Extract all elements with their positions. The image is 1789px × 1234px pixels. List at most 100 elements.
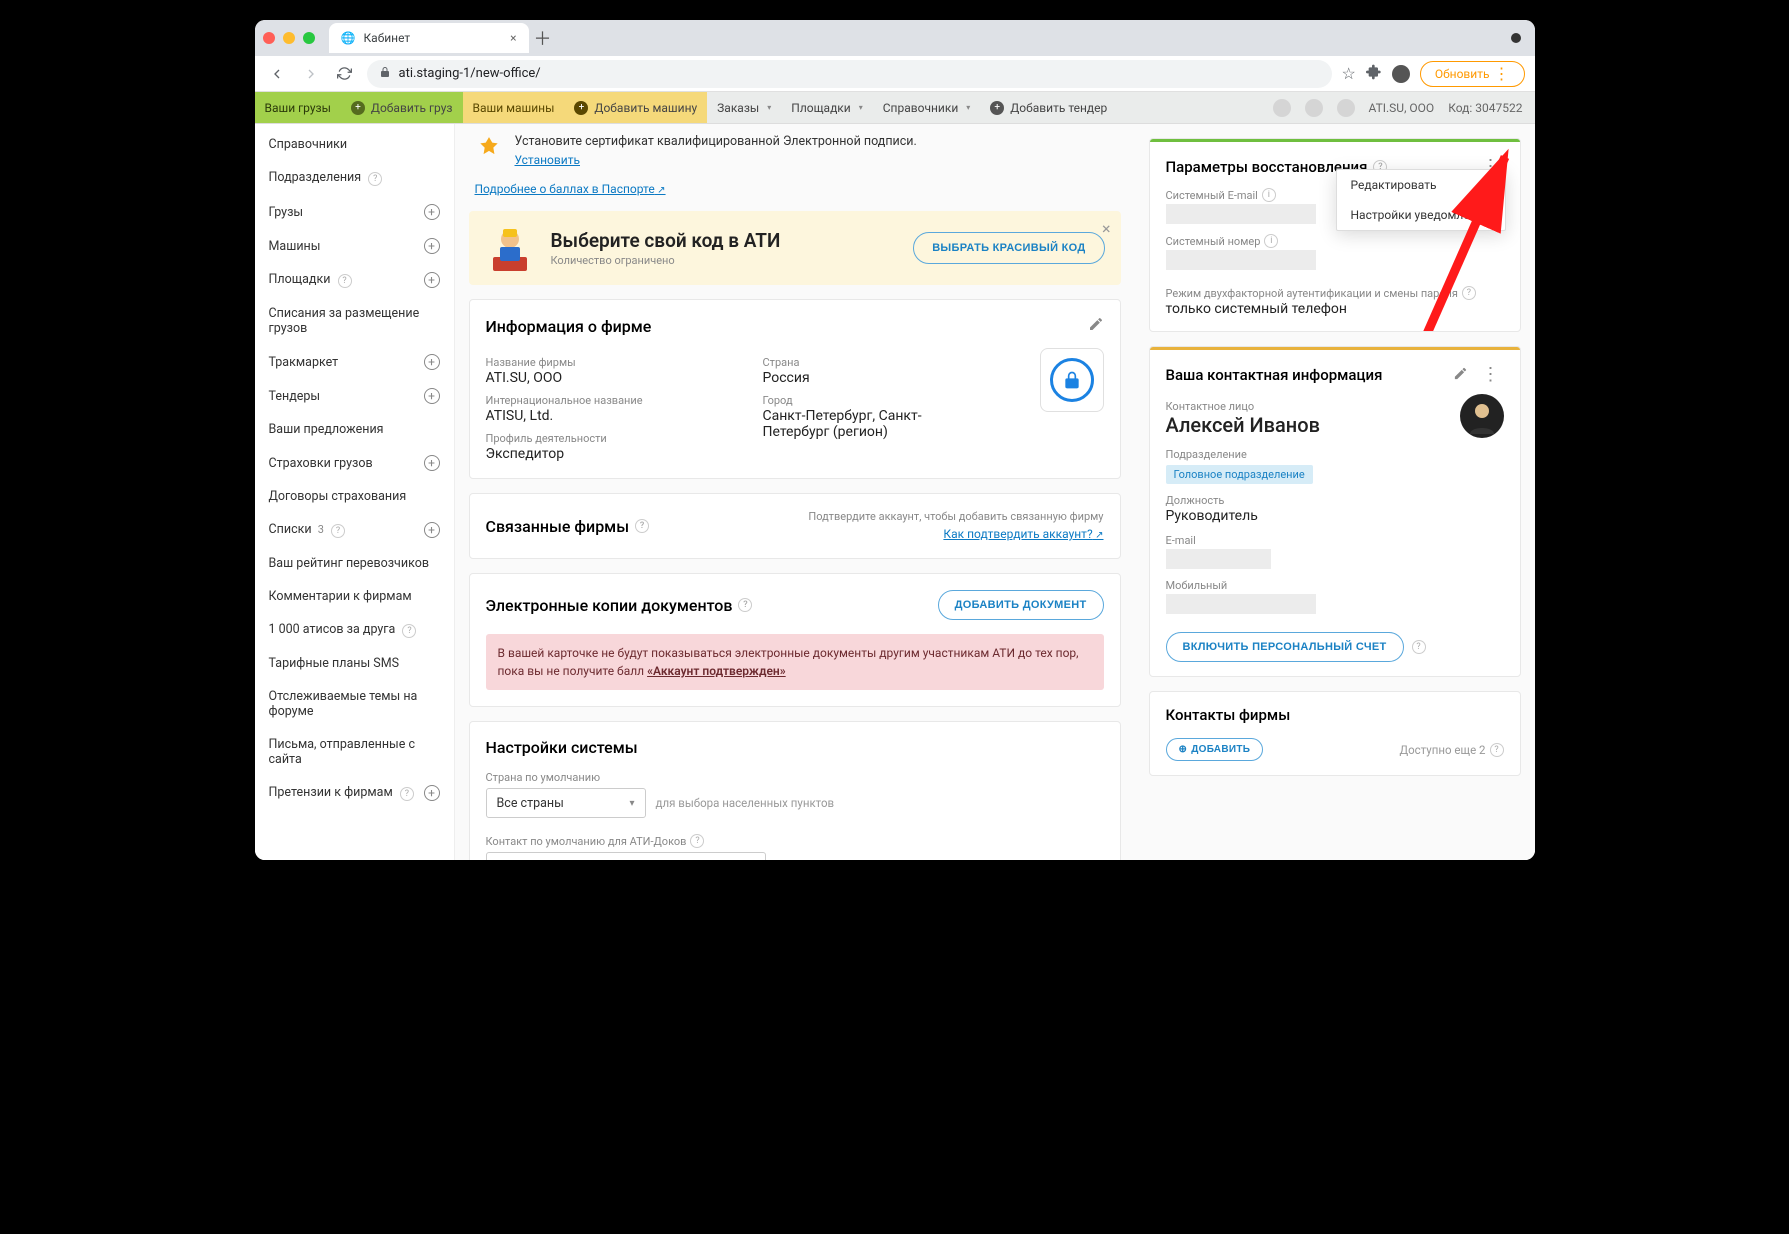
extensions-icon[interactable] — [1366, 64, 1382, 84]
firm-profile: Экспедитор — [486, 446, 733, 462]
sidebar-item[interactable]: Претензии к фирмам ?+ — [255, 776, 454, 810]
close-icon[interactable]: × — [1102, 219, 1111, 238]
info-icon[interactable]: i — [1262, 188, 1276, 202]
chrome-menu-icon[interactable]: ⋮ — [1494, 64, 1510, 83]
plus-icon[interactable]: + — [424, 354, 440, 370]
sidebar-item[interactable]: Списания за размещение грузов — [255, 297, 454, 345]
cert-more-link[interactable]: Подробнее о баллах в Паспорте — [475, 182, 666, 196]
kebab-menu-icon[interactable]: ⋮ — [1478, 364, 1504, 386]
sidebar-item[interactable]: Страховки грузов+ — [255, 446, 454, 480]
twofa-mode: только системный телефон — [1166, 301, 1504, 317]
sidebar-item[interactable]: Договоры страхования — [255, 480, 454, 513]
help-icon[interactable]: ? — [400, 787, 414, 801]
certificate-banner: Установите сертификат квалифицированной … — [469, 124, 1121, 178]
nav-add-cargo[interactable]: +Добавить груз — [341, 92, 463, 123]
window-minimize-dot[interactable] — [283, 32, 295, 44]
help-icon[interactable]: ? — [690, 834, 704, 848]
edit-icon[interactable] — [1453, 366, 1468, 385]
contact-email — [1166, 549, 1271, 569]
sidebar-item[interactable]: Тракмаркет+ — [255, 345, 454, 379]
close-icon[interactable]: × — [510, 31, 516, 45]
reload-button[interactable] — [333, 62, 357, 86]
profile-avatar-icon[interactable] — [1392, 65, 1410, 83]
related-firms-card: Связанные фирмы? Подтвердите аккаунт, чт… — [469, 493, 1121, 559]
nav-platforms[interactable]: Площадки▾ — [781, 92, 872, 123]
right-column: Параметры восстановления? ⋮ Редактироват… — [1135, 124, 1535, 860]
new-tab-button[interactable]: ＋ — [529, 24, 557, 52]
promo-button[interactable]: ВЫБРАТЬ КРАСИВЫЙ КОД — [913, 232, 1104, 264]
sidebar-item[interactable]: Площадки ?+ — [255, 263, 454, 297]
info-icon[interactable]: i — [1264, 234, 1278, 248]
megaphone-icon[interactable] — [1337, 99, 1355, 117]
sidebar-item[interactable]: Отслеживаемые темы на форуме — [255, 680, 454, 728]
promo-illustration — [485, 223, 535, 273]
sidebar-item[interactable]: Ваши предложения — [255, 413, 454, 446]
sidebar-item[interactable]: Тарифные планы SMS — [255, 647, 454, 680]
plus-icon[interactable]: + — [424, 272, 440, 288]
sidebar-item[interactable]: Справочники — [255, 128, 454, 161]
forward-button[interactable] — [299, 62, 323, 86]
cert-install-link[interactable]: Установить — [515, 153, 580, 167]
account-confirmed-link[interactable]: «Аккаунт подтвержден» — [647, 664, 786, 678]
window-maximize-dot[interactable] — [303, 32, 315, 44]
department-tag[interactable]: Головное подразделение — [1166, 465, 1313, 484]
browser-tab[interactable]: 🌐 Кабинет × — [329, 23, 529, 53]
plus-icon[interactable]: + — [424, 388, 440, 404]
dropdown-edit[interactable]: Редактировать — [1337, 170, 1505, 200]
sidebar-item[interactable]: Списки 3 ?+ — [255, 513, 454, 547]
sidebar-item[interactable]: Грузы+ — [255, 195, 454, 229]
help-icon[interactable]: ? — [368, 172, 382, 186]
default-contact-select[interactable]: Алексей Иванов▾ — [486, 852, 766, 860]
firm-contacts-card: Контакты фирмы ⊕ ДОБАВИТЬ Доступно еще 2… — [1149, 691, 1521, 776]
help-icon[interactable]: ? — [331, 524, 345, 538]
plus-icon[interactable]: + — [424, 785, 440, 801]
edit-icon[interactable] — [1088, 316, 1104, 336]
nav-add-tender[interactable]: +Добавить тендер — [980, 92, 1117, 123]
star-icon[interactable]: ☆ — [1342, 64, 1356, 83]
plus-icon[interactable]: + — [424, 238, 440, 254]
refresh-label: Обновить — [1435, 67, 1490, 81]
support-icon[interactable] — [1273, 99, 1291, 117]
default-country-select[interactable]: Все страны▾ — [486, 788, 646, 818]
docs-alert: В вашей карточке не будут показываться э… — [486, 634, 1104, 690]
sidebar-item[interactable]: Письма, отправленные с сайта — [255, 728, 454, 776]
help-icon[interactable]: ? — [1490, 743, 1504, 757]
window-close-dot[interactable] — [263, 32, 275, 44]
help-icon[interactable]: ? — [1462, 286, 1476, 300]
sidebar-item[interactable]: 1 000 атисов за друга ? — [255, 613, 454, 647]
sidebar-item[interactable]: Ваш рейтинг перевозчиков — [255, 547, 454, 580]
firm-city: Санкт-Петербург, Санкт-Петербург (регион… — [763, 408, 963, 440]
nav-trucks[interactable]: Ваши машины — [463, 92, 565, 123]
nav-cargo[interactable]: Ваши грузы — [255, 92, 341, 123]
back-button[interactable] — [265, 62, 289, 86]
help-icon[interactable]: ? — [738, 598, 752, 612]
url-bar[interactable]: ati.staging-1/new-office/ — [367, 60, 1332, 88]
nav-directories[interactable]: Справочники▾ — [873, 92, 981, 123]
sidebar-item[interactable]: Комментарии к фирмам — [255, 580, 454, 613]
firm-country: Россия — [763, 370, 1010, 386]
plus-icon[interactable]: + — [424, 522, 440, 538]
help-icon[interactable]: ? — [635, 519, 649, 533]
plus-icon[interactable]: + — [424, 455, 440, 471]
globe-icon: 🌐 — [341, 31, 356, 45]
add-document-button[interactable]: ДОБАВИТЬ ДОКУМЕНТ — [938, 590, 1104, 620]
chevron-down-icon: ▾ — [767, 103, 771, 112]
help-icon[interactable]: ? — [402, 624, 416, 638]
documents-card: Электронные копии документов? ДОБАВИТЬ Д… — [469, 573, 1121, 707]
confirm-account-link[interactable]: Как подтвердить аккаунт? — [943, 527, 1103, 541]
dropdown-notifications[interactable]: Настройки уведомлений — [1337, 200, 1505, 230]
update-button[interactable]: Обновить ⋮ — [1420, 61, 1525, 87]
sidebar-item[interactable]: Тендеры+ — [255, 379, 454, 413]
nav-orders[interactable]: Заказы▾ — [707, 92, 781, 123]
recovery-dropdown: Редактировать Настройки уведомлений — [1336, 169, 1506, 231]
sidebar-item[interactable]: Машины+ — [255, 229, 454, 263]
add-contact-button[interactable]: ⊕ ДОБАВИТЬ — [1166, 738, 1264, 761]
plus-icon[interactable]: + — [424, 204, 440, 220]
chat-icon[interactable] — [1305, 99, 1323, 117]
nav-add-truck[interactable]: +Добавить машину — [564, 92, 707, 123]
sidebar-item[interactable]: Подразделения ? — [255, 161, 454, 195]
help-icon[interactable]: ? — [338, 274, 352, 288]
personal-account-button[interactable]: ВКЛЮЧИТЬ ПЕРСОНАЛЬНЫЙ СЧЕТ — [1166, 632, 1404, 662]
help-icon[interactable]: ? — [1412, 640, 1426, 654]
topnav-company: ATI.SU, ООО — [1369, 101, 1435, 115]
